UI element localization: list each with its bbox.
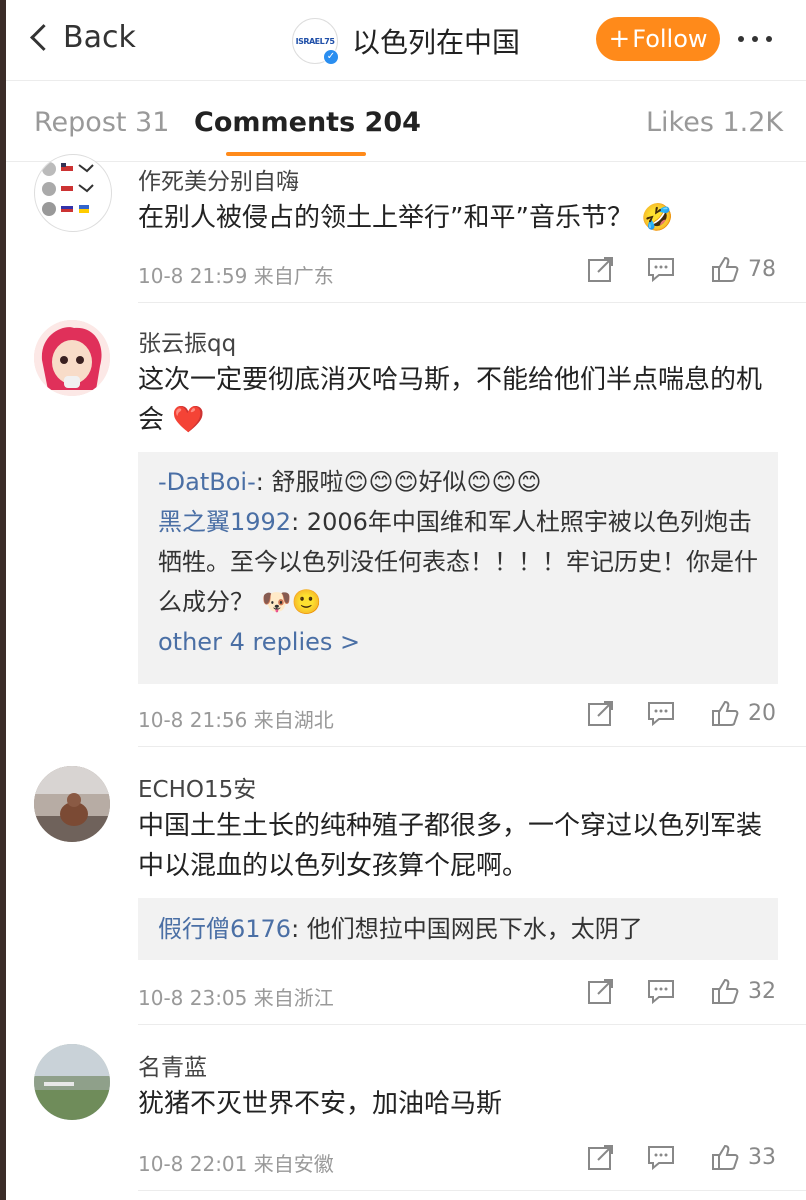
logo-text: ISRAEL75 (295, 36, 335, 46)
verified-icon: ✓ (323, 49, 339, 65)
like-count: 32 (748, 978, 776, 1004)
like-count: 78 (748, 256, 776, 282)
commenter-name[interactable]: 名青蓝 (138, 1048, 207, 1082)
like-count: 20 (748, 700, 776, 726)
divider (138, 1190, 806, 1191)
commenter-name[interactable]: 张云振qq (138, 324, 236, 358)
comment-actions: 32 (586, 976, 776, 1006)
comment-location: 来自广东 (253, 264, 334, 288)
avatar (34, 1044, 110, 1120)
more-replies-link[interactable]: other 4 replies > (138, 622, 778, 662)
reply-preview: 假行僧6176: 他们想拉中国网民下水，太阴了 (138, 898, 778, 960)
comment-location: 来自安徽 (253, 1152, 334, 1176)
divider (138, 746, 806, 747)
reply-item: 黑之翼1992: 2006年中国维和军人杜照宇被以色列炮击牺牲。至今以色列没任何… (138, 502, 778, 622)
commenter-name[interactable]: ECHO15安 (138, 770, 256, 804)
comment-text: 这次一定要彻底消灭哈马斯，不能给他们半点喘息的机会 ❤️ (138, 365, 763, 435)
comment-time: 10-8 23:05 (138, 986, 248, 1010)
divider (138, 1024, 806, 1025)
plus-icon: + (608, 24, 631, 54)
account-header[interactable]: ISRAEL75 ✓ 以色列在中国 (292, 18, 521, 65)
tab-bar: Repost 31 Comments 204 Likes 1.2K (6, 81, 806, 162)
comment-item: 张云振qq 这次一定要彻底消灭哈马斯，不能给他们半点喘息的机会 ❤️ -DatB… (6, 320, 806, 740)
comment-meta: 10-8 23:05 来自浙江 (138, 982, 334, 1011)
reply-username[interactable]: 黑之翼1992 (158, 508, 291, 536)
top-navbar: Back ISRAEL75 ✓ 以色列在中国 + Follow (6, 0, 806, 81)
like-button[interactable]: 20 (710, 698, 776, 728)
comment-icon[interactable] (646, 1142, 676, 1172)
comment-actions: 33 (586, 1142, 776, 1172)
tab-comments[interactable]: Comments 204 (194, 107, 421, 138)
reply-text: : 他们想拉中国网民下水，太阴了 (291, 915, 643, 943)
like-button[interactable]: 78 (710, 254, 776, 284)
divider (138, 302, 806, 303)
active-tab-indicator (226, 152, 366, 156)
more-icon[interactable] (738, 36, 772, 42)
back-label: Back (63, 20, 136, 55)
comment-meta: 10-8 22:01 来自安徽 (138, 1148, 334, 1177)
comment-time: 10-8 21:59 (138, 264, 248, 288)
comment-actions: 20 (586, 698, 776, 728)
comment-meta: 10-8 21:56 来自湖北 (138, 704, 334, 733)
commenter-name[interactable]: 作死美分别自嗨 (138, 162, 299, 196)
share-icon[interactable] (586, 698, 616, 728)
comment-item: ECHO15安 中国土生土长的纯种殖子都很多，一个穿过以色列军装中以混血的以色列… (6, 766, 806, 1026)
reply-username[interactable]: 假行僧6176 (158, 915, 291, 943)
comment-text: 犹猪不灭世界不安，加油哈马斯 (138, 1089, 503, 1119)
comment-item: 作死美分别自嗨 在别人被侵占的领土上举行”和平”音乐节？ 🤣 10-8 21:5… (6, 154, 806, 302)
comment-actions: 78 (586, 254, 776, 284)
avatar (34, 320, 110, 396)
tab-repost[interactable]: Repost 31 (34, 107, 169, 138)
reply-preview: -DatBoi-: 舒服啦😊😊😊好似😊😊😊 黑之翼1992: 2006年中国维和… (138, 452, 778, 684)
share-icon[interactable] (586, 1142, 616, 1172)
account-name: 以色列在中国 (352, 26, 521, 59)
back-chevron-icon (30, 24, 57, 51)
like-icon (712, 700, 739, 726)
follow-button[interactable]: + Follow (596, 17, 720, 61)
avatar (34, 154, 112, 232)
like-button[interactable]: 33 (710, 1142, 776, 1172)
comment-item: 名青蓝 犹猪不灭世界不安，加油哈马斯 10-8 22:01 来自安徽 33 (6, 1044, 806, 1194)
comment-icon[interactable] (646, 976, 676, 1006)
share-icon[interactable] (586, 976, 616, 1006)
comment-text: 在别人被侵占的领土上举行”和平”音乐节？ 🤣 (138, 203, 674, 233)
reply-item: -DatBoi-: 舒服啦😊😊😊好似😊😊😊 (138, 462, 778, 502)
comment-time: 10-8 21:56 (138, 708, 248, 732)
like-icon (712, 978, 739, 1004)
avatar (34, 766, 110, 842)
like-icon (712, 256, 739, 282)
comment-meta: 10-8 21:59 来自广东 (138, 260, 334, 289)
reply-item: 假行僧6176: 他们想拉中国网民下水，太阴了 (138, 909, 778, 949)
reply-text: : 舒服啦😊😊😊好似😊😊😊 (255, 468, 542, 496)
comment-icon[interactable] (646, 254, 676, 284)
like-count: 33 (748, 1144, 776, 1170)
reply-username[interactable]: -DatBoi- (158, 468, 256, 496)
like-icon (712, 1144, 739, 1170)
comment-location: 来自湖北 (253, 708, 334, 732)
follow-label: Follow (632, 25, 708, 53)
comment-location: 来自浙江 (253, 986, 334, 1010)
back-button[interactable]: Back (28, 20, 136, 55)
like-button[interactable]: 32 (710, 976, 776, 1006)
tab-likes[interactable]: Likes 1.2K (646, 107, 783, 138)
share-icon[interactable] (586, 254, 616, 284)
weibo-comments-page: Back ISRAEL75 ✓ 以色列在中国 + Follow Repost 3… (6, 0, 806, 1200)
comment-time: 10-8 22:01 (138, 1152, 248, 1176)
comment-text: 中国土生土长的纯种殖子都很多，一个穿过以色列军装中以混血的以色列女孩算个屁啊。 (138, 811, 763, 881)
account-avatar: ISRAEL75 ✓ (292, 18, 339, 65)
comment-icon[interactable] (646, 698, 676, 728)
